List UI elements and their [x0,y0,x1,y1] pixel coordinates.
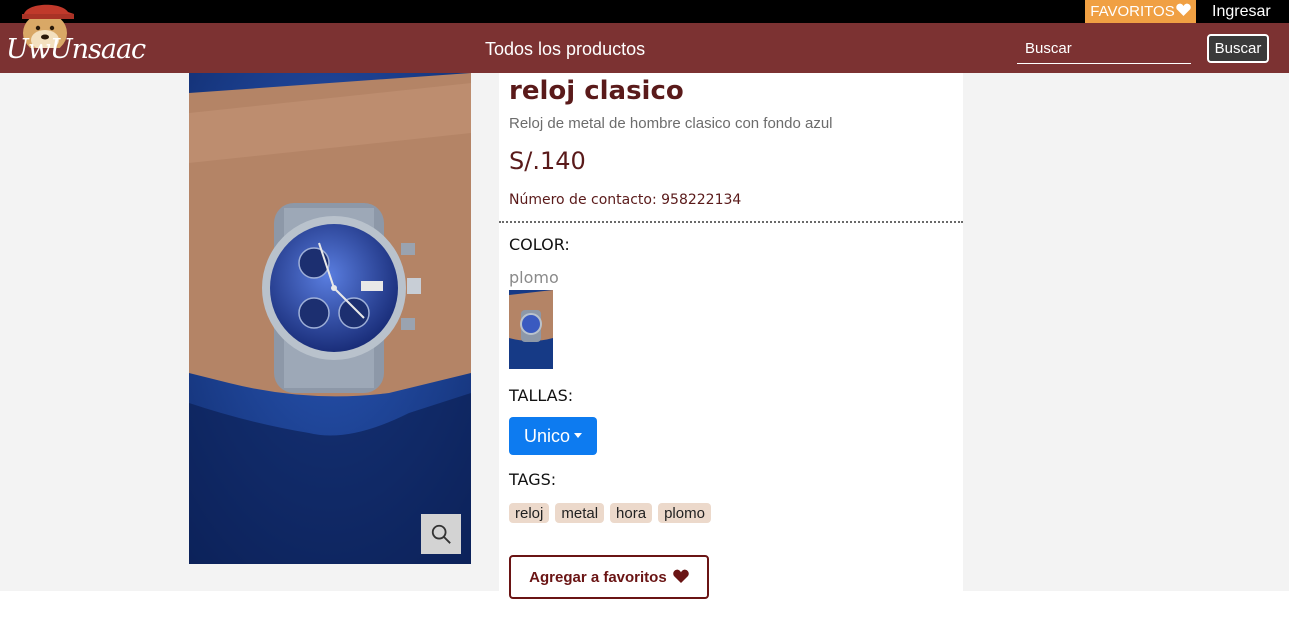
color-thumbnail[interactable] [509,290,553,369]
login-link[interactable]: Ingresar [1212,0,1271,23]
navbar: UwUnsaac Todos los productos Buscar [0,4,1289,73]
product-image [189,73,471,564]
favorites-link[interactable]: FAVORITOS [1085,0,1196,23]
caret-down-icon [574,432,583,438]
favorites-label: FAVORITOS [1090,3,1175,20]
logo-text: UwUnsaac [6,34,146,65]
color-name: plomo [509,268,559,287]
search-icon [431,524,451,544]
divider [499,221,963,223]
product-description: Reloj de metal de hombre clasico con fon… [509,115,833,132]
tag-item[interactable]: metal [555,503,605,523]
heart-icon [673,569,689,583]
tag-item[interactable]: hora [610,503,653,523]
tag-list: reloj metal hora plomo [509,503,711,523]
add-to-favorites-label: Agregar a favoritos [529,568,667,586]
heart-icon [1176,0,1191,23]
size-selected: Unico [523,425,571,446]
top-bar: FAVORITOS Ingresar [0,0,1289,23]
search-input[interactable] [1017,33,1191,64]
tags-label: TAGS: [509,470,557,489]
color-label: COLOR: [509,235,570,254]
add-to-favorites-button[interactable]: Agregar a favoritos [509,555,709,599]
all-products-link[interactable]: Todos los productos [485,23,645,73]
search-button[interactable]: Buscar [1207,34,1269,63]
product-title: reloj clasico [509,76,684,106]
zoom-button[interactable] [421,514,461,554]
sizes-label: TALLAS: [509,386,574,405]
size-dropdown[interactable]: Unico [509,417,597,455]
tag-item[interactable]: reloj [509,503,550,523]
tag-item[interactable]: plomo [658,503,711,523]
contact-number: Número de contacto: 958222134 [509,192,742,208]
product-details: reloj clasico Reloj de metal de hombre c… [499,73,963,619]
product-price: S/.140 [509,147,586,175]
